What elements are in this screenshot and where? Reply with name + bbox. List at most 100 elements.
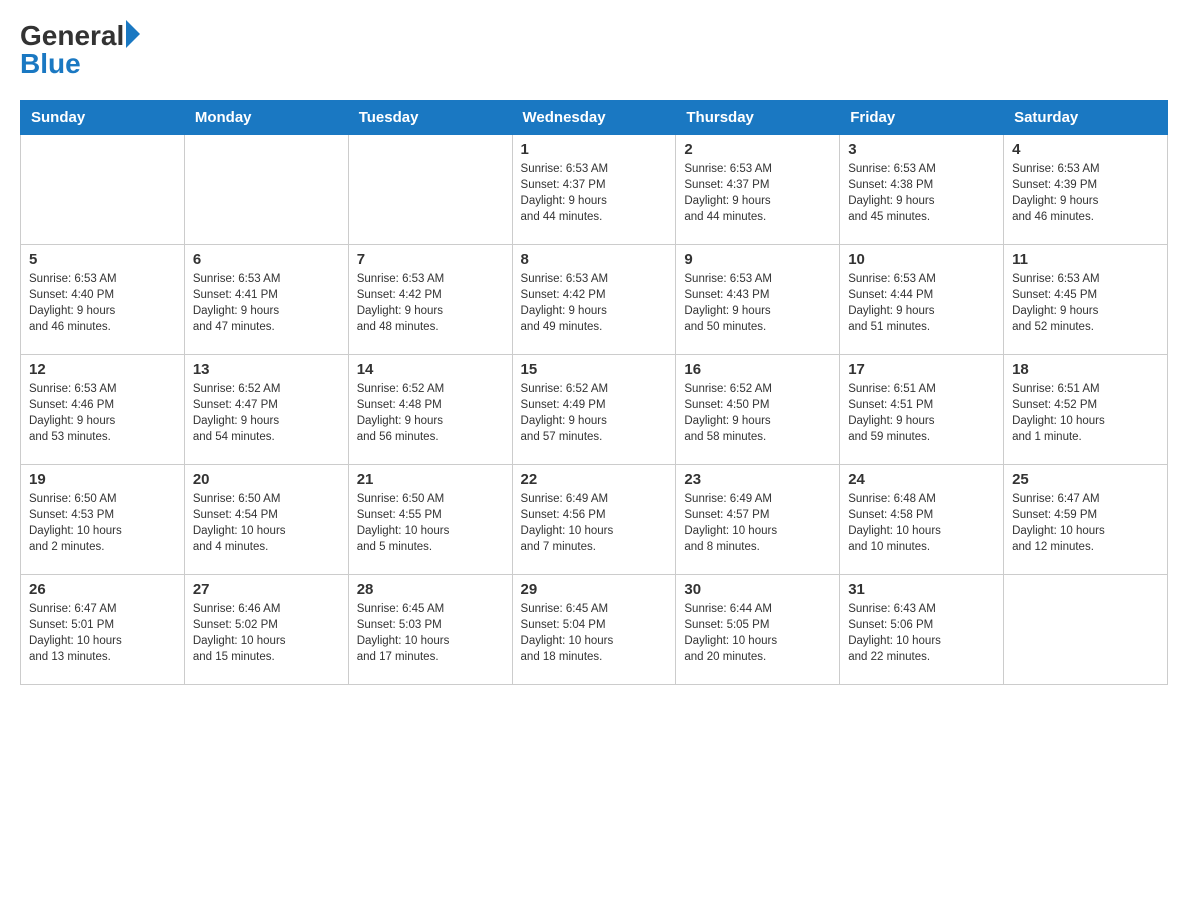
day-number: 7	[357, 251, 504, 268]
day-info: Sunrise: 6:45 AM Sunset: 5:04 PM Dayligh…	[521, 601, 668, 665]
day-number: 25	[1012, 471, 1159, 488]
day-number: 15	[521, 361, 668, 378]
day-number: 23	[684, 471, 831, 488]
day-number: 10	[848, 251, 995, 268]
day-info: Sunrise: 6:50 AM Sunset: 4:54 PM Dayligh…	[193, 491, 340, 555]
calendar-table: SundayMondayTuesdayWednesdayThursdayFrid…	[20, 100, 1168, 685]
calendar-cell: 29 Sunrise: 6:45 AM Sunset: 5:04 PM Dayli…	[512, 575, 676, 685]
week-row-5: 26Sunrise: 6:47 AM Sunset: 5:01 PM Dayli…	[21, 575, 1168, 685]
day-info: Sunrise: 6:44 AM Sunset: 5:05 PM Dayligh…	[684, 601, 831, 665]
day-number: 20	[193, 471, 340, 488]
calendar-cell: 1Sunrise: 6:53 AM Sunset: 4:37 PM Daylig…	[512, 135, 676, 245]
calendar-cell: 5 Sunrise: 6:53 AM Sunset: 4:40 PM Daylig…	[21, 245, 185, 355]
day-info: Sunrise: 6:53 AM Sunset: 4:46 PM Dayligh…	[29, 381, 176, 445]
calendar-cell	[348, 135, 512, 245]
day-header-saturday: Saturday	[1004, 101, 1168, 135]
day-number: 11	[1012, 251, 1159, 268]
calendar-cell: 31 Sunrise: 6:43 AM Sunset: 5:06 PM Dayli…	[840, 575, 1004, 685]
day-number: 2	[684, 141, 831, 158]
calendar-cell: 21 Sunrise: 6:50 AM Sunset: 4:55 PM Dayli…	[348, 465, 512, 575]
day-info: Sunrise: 6:52 AM Sunset: 4:49 PM Dayligh…	[521, 381, 668, 445]
calendar-cell: 17Sunrise: 6:51 AM Sunset: 4:51 PM Dayli…	[840, 355, 1004, 465]
day-number: 28	[357, 581, 504, 598]
day-number: 16	[684, 361, 831, 378]
day-info: Sunrise: 6:46 AM Sunset: 5:02 PM Dayligh…	[193, 601, 340, 665]
day-header-tuesday: Tuesday	[348, 101, 512, 135]
day-number: 13	[193, 361, 340, 378]
calendar-cell: 4 Sunrise: 6:53 AM Sunset: 4:39 PM Daylig…	[1004, 135, 1168, 245]
calendar-cell: 18Sunrise: 6:51 AM Sunset: 4:52 PM Dayli…	[1004, 355, 1168, 465]
day-number: 31	[848, 581, 995, 598]
day-number: 6	[193, 251, 340, 268]
week-row-1: 1 Sunrise: 6:53 AM Sunset: 4:37 PM Daylig…	[21, 135, 1168, 245]
day-info: Sunrise: 6:43 AM Sunset: 5:06 PM Dayligh…	[848, 601, 995, 665]
calendar-cell: 16 Sunrise: 6:52 AM Sunset: 4:50 PM Dayli…	[676, 355, 840, 465]
day-number: 12	[29, 361, 176, 378]
day-header-friday: Friday	[840, 101, 1004, 135]
calendar-cell: 19 Sunrise: 6:50 AM Sunset: 4:53 PM Dayli…	[21, 465, 185, 575]
day-info: Sunrise: 6:49 AM Sunset: 4:56 PM Dayligh…	[521, 491, 668, 555]
day-info: Sunrise: 6:53 AM Sunset: 4:39 PM Dayligh…	[1012, 161, 1159, 225]
day-info: Sunrise: 6:50 AM Sunset: 4:55 PM Dayligh…	[357, 491, 504, 555]
day-info: Sunrise: 6:48 AM Sunset: 4:58 PM Dayligh…	[848, 491, 995, 555]
day-header-thursday: Thursday	[676, 101, 840, 135]
calendar-cell: 10 Sunrise: 6:53 AM Sunset: 4:44 PM Dayli…	[840, 245, 1004, 355]
week-row-4: 19 Sunrise: 6:50 AM Sunset: 4:53 PM Dayli…	[21, 465, 1168, 575]
day-number: 5	[29, 251, 176, 268]
day-header-sunday: Sunday	[21, 101, 185, 135]
logo-blue: Blue	[20, 48, 81, 79]
day-number: 29	[521, 581, 668, 598]
day-info: Sunrise: 6:53 AM Sunset: 4:42 PM Dayligh…	[357, 271, 504, 335]
day-info: Sunrise: 6:52 AM Sunset: 4:47 PM Dayligh…	[193, 381, 340, 445]
calendar-cell	[21, 135, 185, 245]
day-number: 21	[357, 471, 504, 488]
calendar-cell	[1004, 575, 1168, 685]
calendar-cell: 28Sunrise: 6:45 AM Sunset: 5:03 PM Dayli…	[348, 575, 512, 685]
day-info: Sunrise: 6:52 AM Sunset: 4:48 PM Dayligh…	[357, 381, 504, 445]
day-number: 1	[521, 141, 668, 158]
day-headers-row: SundayMondayTuesdayWednesdayThursdayFrid…	[21, 101, 1168, 135]
calendar-cell: 13 Sunrise: 6:52 AM Sunset: 4:47 PM Dayli…	[184, 355, 348, 465]
day-info: Sunrise: 6:51 AM Sunset: 4:51 PM Dayligh…	[848, 381, 995, 445]
day-info: Sunrise: 6:53 AM Sunset: 4:43 PM Dayligh…	[684, 271, 831, 335]
calendar-cell: 12 Sunrise: 6:53 AM Sunset: 4:46 PM Dayli…	[21, 355, 185, 465]
day-info: Sunrise: 6:53 AM Sunset: 4:42 PM Dayligh…	[521, 271, 668, 335]
calendar-cell: 15 Sunrise: 6:52 AM Sunset: 4:49 PM Dayli…	[512, 355, 676, 465]
calendar-cell: 8Sunrise: 6:53 AM Sunset: 4:42 PM Daylig…	[512, 245, 676, 355]
calendar-cell: 2 Sunrise: 6:53 AM Sunset: 4:37 PM Daylig…	[676, 135, 840, 245]
calendar-cell: 24 Sunrise: 6:48 AM Sunset: 4:58 PM Dayli…	[840, 465, 1004, 575]
day-number: 19	[29, 471, 176, 488]
calendar-cell: 7 Sunrise: 6:53 AM Sunset: 4:42 PM Daylig…	[348, 245, 512, 355]
logo: General Blue	[20, 20, 140, 80]
calendar-cell: 30 Sunrise: 6:44 AM Sunset: 5:05 PM Dayli…	[676, 575, 840, 685]
calendar-cell: 27 Sunrise: 6:46 AM Sunset: 5:02 PM Dayli…	[184, 575, 348, 685]
day-number: 3	[848, 141, 995, 158]
day-info: Sunrise: 6:53 AM Sunset: 4:44 PM Dayligh…	[848, 271, 995, 335]
calendar-cell: 11 Sunrise: 6:53 AM Sunset: 4:45 PM Dayli…	[1004, 245, 1168, 355]
calendar-cell: 3Sunrise: 6:53 AM Sunset: 4:38 PM Daylig…	[840, 135, 1004, 245]
day-number: 24	[848, 471, 995, 488]
logo-arrow-icon	[126, 20, 140, 48]
day-info: Sunrise: 6:53 AM Sunset: 4:41 PM Dayligh…	[193, 271, 340, 335]
day-info: Sunrise: 6:47 AM Sunset: 4:59 PM Dayligh…	[1012, 491, 1159, 555]
day-info: Sunrise: 6:52 AM Sunset: 4:50 PM Dayligh…	[684, 381, 831, 445]
calendar-cell: 6 Sunrise: 6:53 AM Sunset: 4:41 PM Daylig…	[184, 245, 348, 355]
day-number: 4	[1012, 141, 1159, 158]
day-info: Sunrise: 6:53 AM Sunset: 4:45 PM Dayligh…	[1012, 271, 1159, 335]
calendar-cell: 9 Sunrise: 6:53 AM Sunset: 4:43 PM Daylig…	[676, 245, 840, 355]
week-row-2: 5 Sunrise: 6:53 AM Sunset: 4:40 PM Daylig…	[21, 245, 1168, 355]
day-number: 9	[684, 251, 831, 268]
week-row-3: 12 Sunrise: 6:53 AM Sunset: 4:46 PM Dayli…	[21, 355, 1168, 465]
calendar-cell: 22Sunrise: 6:49 AM Sunset: 4:56 PM Dayli…	[512, 465, 676, 575]
day-number: 27	[193, 581, 340, 598]
day-number: 30	[684, 581, 831, 598]
day-info: Sunrise: 6:53 AM Sunset: 4:37 PM Dayligh…	[684, 161, 831, 225]
day-number: 18	[1012, 361, 1159, 378]
calendar-cell: 20 Sunrise: 6:50 AM Sunset: 4:54 PM Dayli…	[184, 465, 348, 575]
day-number: 14	[357, 361, 504, 378]
calendar-cell	[184, 135, 348, 245]
day-header-wednesday: Wednesday	[512, 101, 676, 135]
day-info: Sunrise: 6:47 AM Sunset: 5:01 PM Dayligh…	[29, 601, 176, 665]
day-info: Sunrise: 6:53 AM Sunset: 4:40 PM Dayligh…	[29, 271, 176, 335]
day-info: Sunrise: 6:50 AM Sunset: 4:53 PM Dayligh…	[29, 491, 176, 555]
